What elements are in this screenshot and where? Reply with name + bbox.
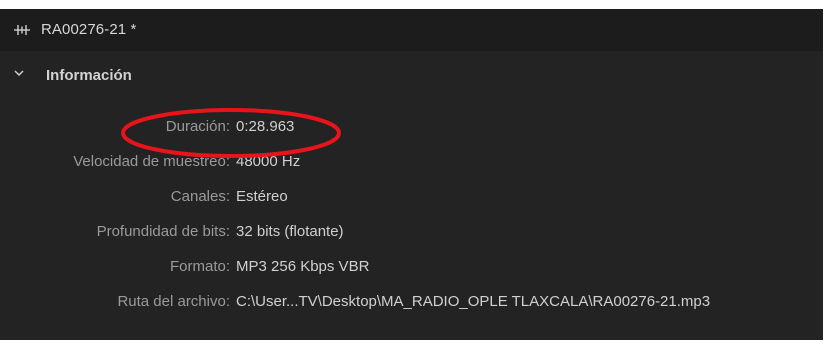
info-row-bit-depth: Profundidad de bits: 32 bits (flotante) — [0, 220, 823, 244]
info-label: Velocidad de muestreo: — [73, 153, 230, 170]
file-title: RA00276-21 * — [41, 21, 137, 38]
info-value: 32 bits (flotante) — [236, 223, 344, 240]
info-value: 48000 Hz — [236, 153, 301, 170]
audio-waveform-icon — [14, 25, 30, 35]
info-row-channels: Canales: Estéreo — [0, 185, 823, 209]
info-row-file-path: Ruta del archivo: C:\User...TV\Desktop\M… — [0, 290, 823, 314]
info-label: Ruta del archivo: — [117, 293, 230, 310]
info-row-format: Formato: MP3 256 Kbps VBR — [0, 255, 823, 279]
info-value: 0:28.963 — [236, 118, 295, 135]
info-row-duration: Duración: 0:28.963 — [0, 115, 823, 139]
info-label: Canales: — [170, 188, 230, 205]
info-label: Formato: — [169, 258, 230, 275]
section-title-informacion[interactable]: Información — [46, 67, 132, 84]
chevron-down-icon[interactable] — [12, 66, 26, 80]
info-label: Duración: — [165, 118, 230, 135]
info-row-sample-rate: Velocidad de muestreo: 48000 Hz — [0, 150, 823, 174]
info-label: Profundidad de bits: — [96, 223, 230, 240]
file-properties-panel: RA00276-21 * Información Duración: 0:28.… — [0, 9, 823, 340]
info-value: C:\User...TV\Desktop\MA_RADIO_OPLE TLAXC… — [236, 293, 711, 310]
info-value: MP3 256 Kbps VBR — [236, 258, 370, 275]
panel-header: RA00276-21 * — [0, 9, 823, 51]
info-value: Estéreo — [236, 188, 288, 205]
